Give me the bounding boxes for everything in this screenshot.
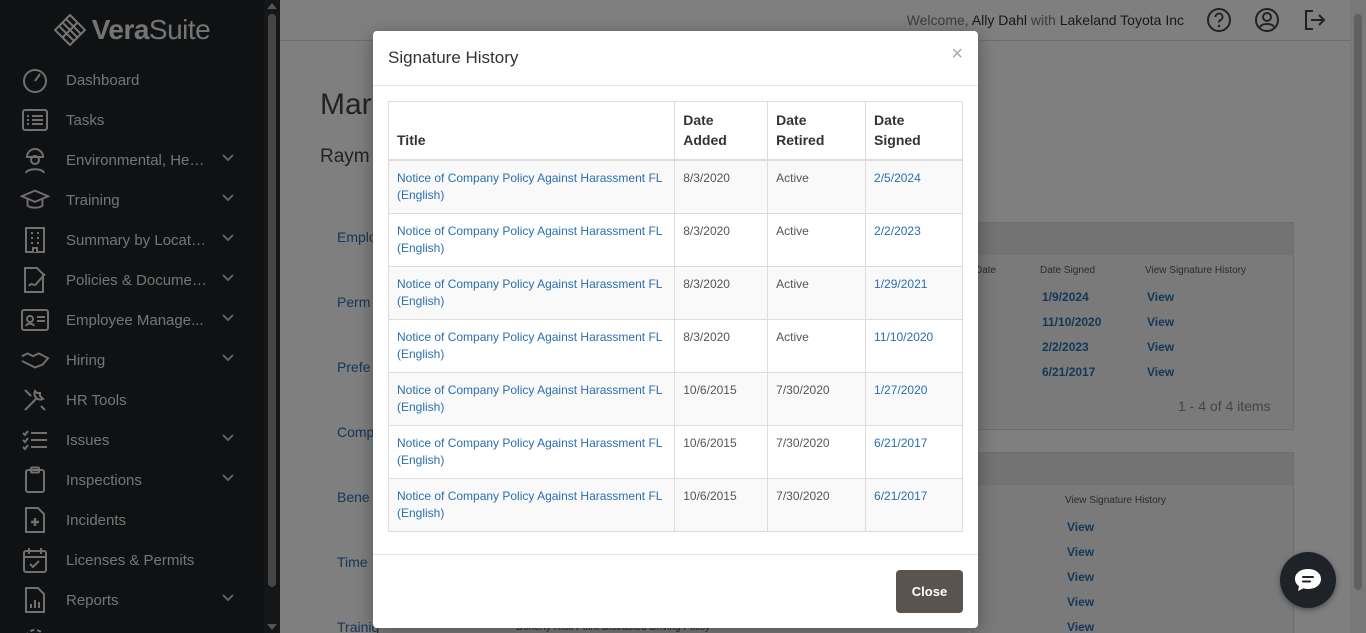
close-button[interactable]: Close — [896, 570, 963, 613]
cell-date-retired: 7/30/2020 — [767, 372, 867, 426]
date-signed-link[interactable]: 6/21/2017 — [874, 436, 927, 450]
cell-title: Notice of Company Policy Against Harassm… — [387, 213, 676, 267]
date-signed-link[interactable]: 2/5/2024 — [874, 171, 921, 185]
signature-history-table: Title Date Added Date Retired Date Signe… — [387, 101, 963, 532]
cell-date-retired: Active — [767, 213, 867, 267]
policy-title-link[interactable]: Notice of Company Policy Against Harassm… — [397, 436, 662, 467]
modal-footer: Close — [373, 554, 978, 628]
close-icon[interactable]: × — [951, 44, 963, 64]
signature-history-modal: Signature History × Title Date Added Dat… — [373, 31, 978, 628]
column-header-title: Title — [387, 101, 676, 161]
table-row: Notice of Company Policy Against Harassm… — [387, 425, 963, 479]
cell-date-added: 10/6/2015 — [674, 372, 769, 426]
column-header-date-added: Date Added — [674, 101, 769, 161]
policy-title-link[interactable]: Notice of Company Policy Against Harassm… — [397, 383, 662, 414]
date-signed-link[interactable]: 1/27/2020 — [874, 383, 927, 397]
table-row: Notice of Company Policy Against Harassm… — [387, 213, 963, 267]
cell-date-signed: 1/27/2020 — [865, 372, 963, 426]
table-row: Notice of Company Policy Against Harassm… — [387, 266, 963, 320]
table-row: Notice of Company Policy Against Harassm… — [387, 478, 963, 532]
cell-date-added: 10/6/2015 — [674, 425, 769, 479]
table-row: Notice of Company Policy Against Harassm… — [387, 319, 963, 373]
policy-title-link[interactable]: Notice of Company Policy Against Harassm… — [397, 330, 662, 361]
cell-date-added: 8/3/2020 — [674, 159, 769, 214]
cell-date-signed: 2/2/2023 — [865, 213, 963, 267]
cell-date-signed: 6/21/2017 — [865, 425, 963, 479]
policy-title-link[interactable]: Notice of Company Policy Against Harassm… — [397, 171, 662, 202]
cell-date-retired: Active — [767, 266, 867, 320]
cell-date-added: 8/3/2020 — [674, 266, 769, 320]
cell-date-signed: 6/21/2017 — [865, 478, 963, 532]
cell-date-retired: Active — [767, 319, 867, 373]
cell-date-retired: 7/30/2020 — [767, 425, 867, 479]
column-header-date-signed: Date Signed — [865, 101, 963, 161]
cell-title: Notice of Company Policy Against Harassm… — [387, 478, 676, 532]
cell-date-signed: 2/5/2024 — [865, 159, 963, 214]
cell-date-added: 8/3/2020 — [674, 319, 769, 373]
date-signed-link[interactable]: 1/29/2021 — [874, 277, 927, 291]
policy-title-link[interactable]: Notice of Company Policy Against Harassm… — [397, 277, 662, 308]
chat-bubble-icon — [1295, 569, 1321, 591]
table-header-row: Title Date Added Date Retired Date Signe… — [387, 101, 963, 161]
cell-date-added: 10/6/2015 — [674, 478, 769, 532]
cell-date-retired: 7/30/2020 — [767, 478, 867, 532]
cell-title: Notice of Company Policy Against Harassm… — [387, 425, 676, 479]
cell-date-signed: 11/10/2020 — [865, 319, 963, 373]
chat-button[interactable] — [1280, 552, 1336, 608]
column-header-date-retired: Date Retired — [767, 101, 867, 161]
table-row: Notice of Company Policy Against Harassm… — [387, 159, 963, 214]
cell-title: Notice of Company Policy Against Harassm… — [387, 319, 676, 373]
policy-title-link[interactable]: Notice of Company Policy Against Harassm… — [397, 489, 662, 520]
cell-date-signed: 1/29/2021 — [865, 266, 963, 320]
policy-title-link[interactable]: Notice of Company Policy Against Harassm… — [397, 224, 662, 255]
modal-body: Title Date Added Date Retired Date Signe… — [387, 101, 963, 532]
date-signed-link[interactable]: 6/21/2017 — [874, 489, 927, 503]
cell-date-retired: Active — [767, 159, 867, 214]
cell-title: Notice of Company Policy Against Harassm… — [387, 266, 676, 320]
date-signed-link[interactable]: 11/10/2020 — [874, 330, 933, 344]
cell-title: Notice of Company Policy Against Harassm… — [387, 159, 676, 214]
modal-title: Signature History — [388, 48, 519, 67]
cell-title: Notice of Company Policy Against Harassm… — [387, 372, 676, 426]
cell-date-added: 8/3/2020 — [674, 213, 769, 267]
modal-header: Signature History × — [373, 31, 978, 86]
table-row: Notice of Company Policy Against Harassm… — [387, 372, 963, 426]
date-signed-link[interactable]: 2/2/2023 — [874, 224, 921, 238]
